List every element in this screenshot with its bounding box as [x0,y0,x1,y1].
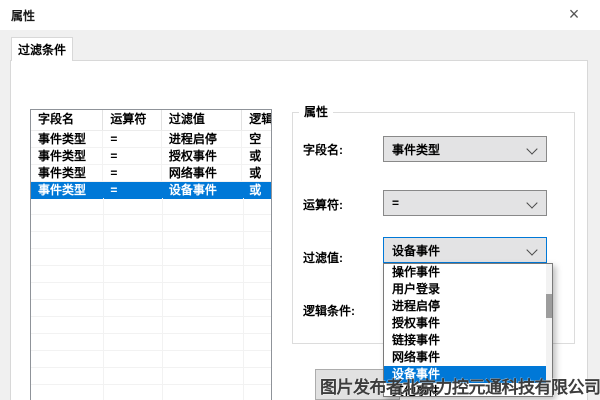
vendor-watermark: 图片发布者北京力控元通科技有限公司 [320,373,600,398]
dropdown-option[interactable]: 授权事件 [384,315,546,332]
cell-field-name: 事件类型 [31,148,103,164]
cell-operator: = [103,182,162,198]
window-title: 属性 [11,7,35,24]
cell-filter-value: 进程启停 [162,131,242,147]
cell-logic: 空 [242,131,271,147]
cell-logic: 或 [242,182,271,198]
cell-field-name: 事件类型 [31,165,103,181]
tab-label: 过滤条件 [18,41,66,58]
table-body: 事件类型 = 进程启停 空 事件类型 = 授权事件 或 事件类型 = 网络事件 … [31,131,271,199]
dropdown-option[interactable]: 用户登录 [384,281,546,298]
tab-filter-conditions[interactable]: 过滤条件 [11,37,73,61]
properties-dialog: 属性 × 过滤条件 字段名运算符过滤值逻辑条件 事件类型 = 进程启停 空 事件… [0,0,600,400]
cell-logic: 或 [242,148,271,164]
table-header-row: 字段名运算符过滤值逻辑条件 [31,110,271,131]
groupbox-title: 属性 [299,103,333,120]
dropdown-option[interactable]: 链接事件 [384,332,546,349]
operator-value: = [392,196,399,210]
close-icon[interactable]: × [563,3,585,25]
filter-value-label: 过滤值: [303,249,343,266]
chevron-down-icon [526,244,537,255]
cell-logic: 或 [242,165,271,181]
dropdown-option[interactable]: 网络事件 [384,349,546,366]
filter-value-combobox[interactable]: 设备事件 [383,237,547,263]
filter-value-value: 设备事件 [392,242,440,259]
cell-filter-value: 设备事件 [162,182,242,198]
operator-label: 运算符: [303,196,343,213]
table-empty-rows [31,198,271,400]
operator-combobox[interactable]: = [383,190,547,216]
dropdown-option[interactable]: 进程启停 [384,298,546,315]
cell-field-name: 事件类型 [31,131,103,147]
column-header[interactable]: 逻辑条件 [242,110,271,130]
column-header[interactable]: 运算符 [103,110,162,130]
table-row[interactable]: 事件类型 = 授权事件 或 [31,148,271,165]
scrollbar-thumb[interactable] [546,294,552,318]
cell-filter-value: 网络事件 [162,165,242,181]
column-header[interactable]: 字段名 [31,110,103,130]
field-name-label: 字段名: [303,141,343,158]
cell-filter-value: 授权事件 [162,148,242,164]
title-bar: 属性 × [0,0,600,30]
filter-table[interactable]: 字段名运算符过滤值逻辑条件 事件类型 = 进程启停 空 事件类型 = 授权事件 … [30,109,272,400]
table-row[interactable]: 事件类型 = 设备事件 或 [31,182,271,199]
dropdown-option[interactable]: 操作事件 [384,264,546,281]
column-header[interactable]: 过滤值 [162,110,242,130]
cell-operator: = [103,148,162,164]
table-row[interactable]: 事件类型 = 进程启停 空 [31,131,271,148]
cell-field-name: 事件类型 [31,182,103,198]
cell-operator: = [103,131,162,147]
logic-condition-label: 逻辑条件: [303,302,355,319]
field-name-value: 事件类型 [392,141,440,158]
table-row[interactable]: 事件类型 = 网络事件 或 [31,165,271,182]
chevron-down-icon [526,197,537,208]
cell-operator: = [103,165,162,181]
field-name-combobox[interactable]: 事件类型 [383,136,547,162]
chevron-down-icon [526,143,537,154]
